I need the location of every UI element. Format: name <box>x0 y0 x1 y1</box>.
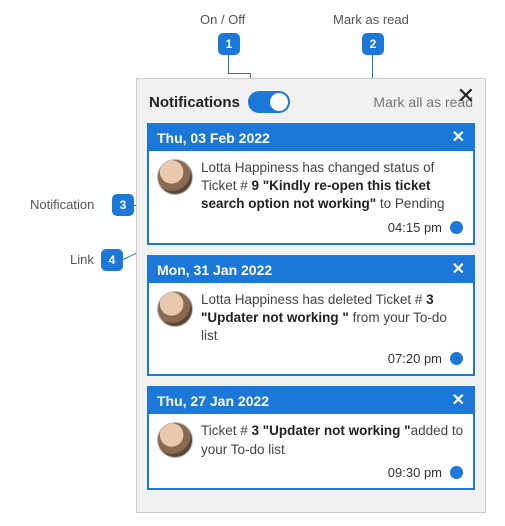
notification-message[interactable]: Lotta Happiness has deleted Ticket # 3 "… <box>201 291 465 346</box>
card-time: 07:20 pm <box>388 351 442 366</box>
notifications-panel: ✕ Notifications Mark all as read Thu, 03… <box>136 78 486 513</box>
notification-message[interactable]: Ticket # 3 "Updater not working "added t… <box>201 422 465 458</box>
notifications-toggle[interactable] <box>248 91 290 113</box>
card-footer: 07:20 pm <box>149 351 473 374</box>
panel-title: Notifications <box>149 94 240 111</box>
avatar <box>157 291 193 327</box>
card-body: Lotta Happiness has deleted Ticket # 3 "… <box>149 283 473 352</box>
card-close-icon[interactable]: ✕ <box>452 262 465 278</box>
card-footer: 09:30 pm <box>149 465 473 488</box>
close-icon[interactable]: ✕ <box>457 85 475 107</box>
card-close-icon[interactable]: ✕ <box>452 130 465 146</box>
callout-label-link: Link <box>70 252 94 267</box>
panel-header: Notifications Mark all as read <box>147 87 475 123</box>
callout-badge-1: 1 <box>218 33 240 55</box>
unread-dot-icon[interactable] <box>450 221 463 234</box>
notification-message[interactable]: Lotta Happiness has changed status of Ti… <box>201 159 465 214</box>
callout-badge-3: 3 <box>112 194 134 216</box>
card-time: 09:30 pm <box>388 465 442 480</box>
notification-card: Mon, 31 Jan 2022 ✕ Lotta Happiness has d… <box>147 255 475 377</box>
msg-pre: Ticket # <box>201 423 252 438</box>
callout-label-onoff: On / Off <box>200 12 245 27</box>
msg-pre: Lotta Happiness has deleted Ticket # <box>201 292 426 307</box>
card-header: Mon, 31 Jan 2022 ✕ <box>149 257 473 283</box>
callout-label-notification: Notification <box>30 197 94 212</box>
notification-card: Thu, 27 Jan 2022 ✕ Ticket # 3 "Updater n… <box>147 386 475 489</box>
avatar <box>157 422 193 458</box>
unread-dot-icon[interactable] <box>450 466 463 479</box>
callout-badge-4: 4 <box>101 249 123 271</box>
card-footer: 04:15 pm <box>149 220 473 243</box>
callout-line <box>228 73 250 74</box>
card-time: 04:15 pm <box>388 220 442 235</box>
notification-card: Thu, 03 Feb 2022 ✕ Lotta Happiness has c… <box>147 123 475 245</box>
toggle-knob <box>270 93 288 111</box>
card-header: Thu, 03 Feb 2022 ✕ <box>149 125 473 151</box>
msg-link[interactable]: 3 "Updater not working " <box>252 423 411 438</box>
card-body: Lotta Happiness has changed status of Ti… <box>149 151 473 220</box>
card-close-icon[interactable]: ✕ <box>452 393 465 409</box>
msg-post: to Pending <box>376 196 444 211</box>
callout-label-markread: Mark as read <box>333 12 409 27</box>
callout-line <box>228 55 229 73</box>
unread-dot-icon[interactable] <box>450 352 463 365</box>
avatar <box>157 159 193 195</box>
card-date: Mon, 31 Jan 2022 <box>157 262 272 278</box>
card-date: Thu, 27 Jan 2022 <box>157 393 269 409</box>
card-body: Ticket # 3 "Updater not working "added t… <box>149 414 473 464</box>
card-header: Thu, 27 Jan 2022 ✕ <box>149 388 473 414</box>
panel-header-left: Notifications <box>149 91 290 113</box>
callout-badge-2: 2 <box>362 33 384 55</box>
card-date: Thu, 03 Feb 2022 <box>157 130 270 146</box>
